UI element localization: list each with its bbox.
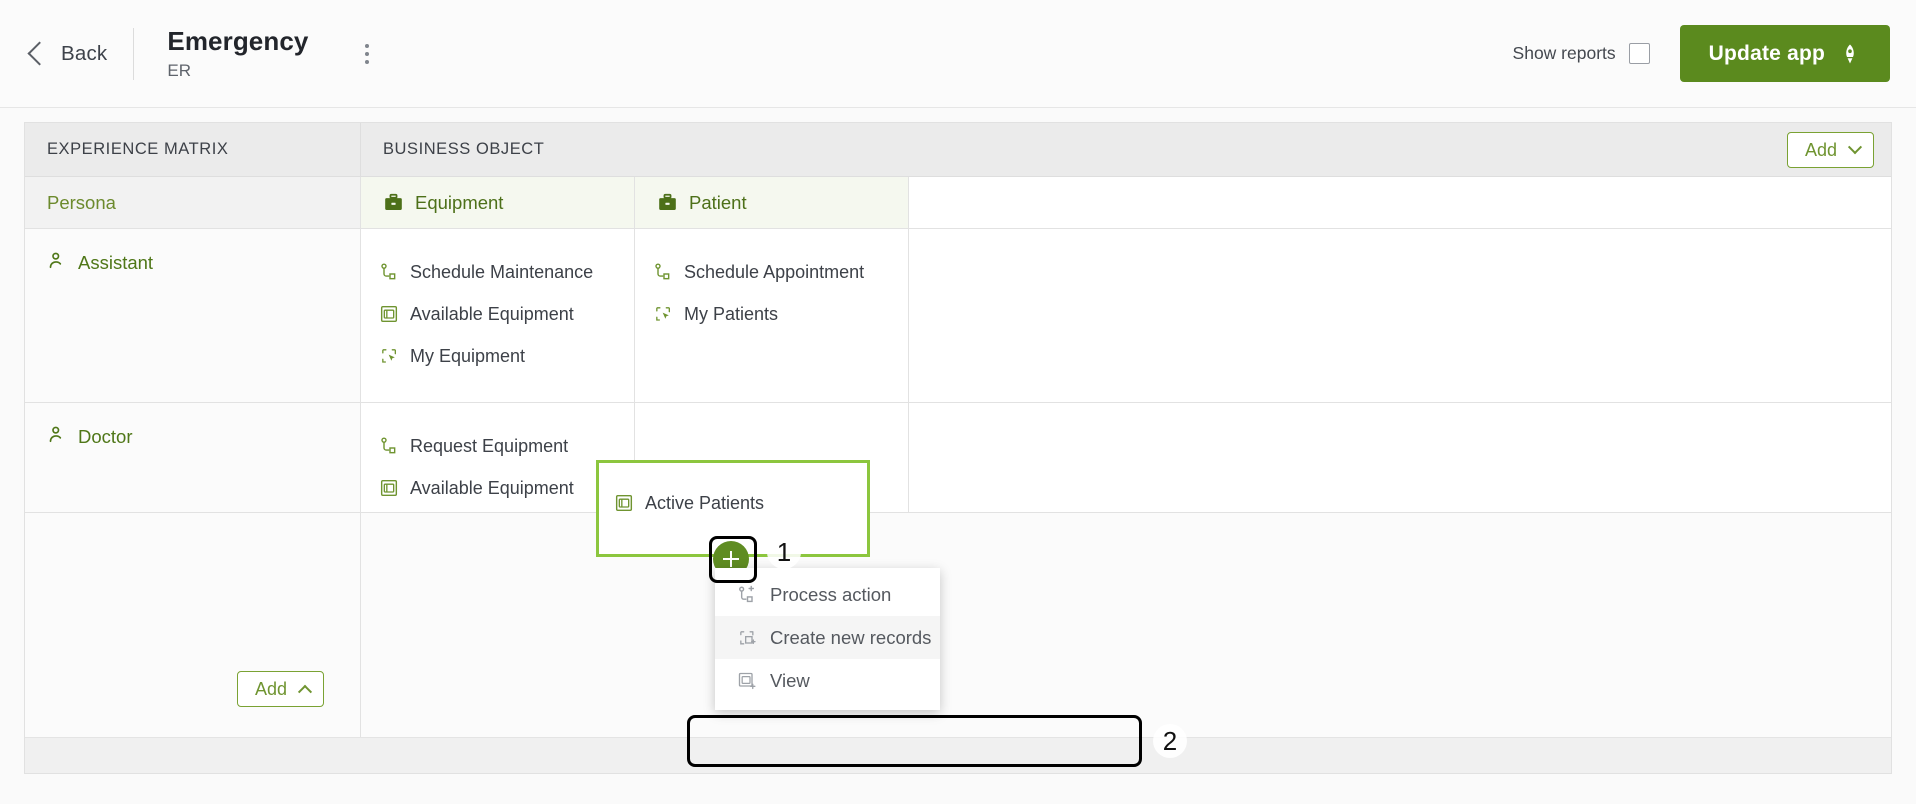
chevron-down-icon [1847,140,1863,155]
top-bar-actions: Show reports Update app [1513,25,1890,82]
add-bottom-label: Add [255,678,288,699]
menu-item-label: Process action [770,583,892,605]
matrix-header-row: EXPERIENCE MATRIX BUSINESS OBJECT Add [25,123,1891,177]
header-divider [133,27,135,80]
briefcase-icon [659,193,676,210]
list-item-label: Schedule Maintenance [410,261,594,282]
list-item[interactable]: Active Patients [614,482,867,524]
matrix-cell-doctor-equipment[interactable]: Request Equipment Available Equipment [361,403,635,512]
add-persona-button[interactable]: Add [237,671,325,707]
matrix-subheader-row: Persona Equipment Patient [25,177,1891,229]
create-records-icon [656,307,670,321]
persona-column-header: Persona [25,177,361,228]
create-records-icon [740,630,756,644]
annotation-number-1: 1 [767,535,801,569]
business-object-header-equipment[interactable]: Equipment [361,177,635,228]
add-experience-menu: Process action Create new records View [715,568,940,710]
show-reports-toggle[interactable]: Show reports [1513,43,1650,64]
create-records-icon [382,349,396,363]
table-row: Assistant Schedule Maintenance Available… [25,229,1891,403]
matrix-cell-doctor-empty[interactable] [909,403,1891,512]
list-item-label: Request Equipment [410,435,569,456]
view-icon [615,494,633,512]
top-bar: Back Emergency ER Show reports Update ap… [0,0,1916,108]
view-icon [737,671,756,689]
show-reports-checkbox[interactable] [1628,43,1650,64]
view-icon [380,479,398,497]
list-item[interactable]: Available Equipment [379,293,634,335]
menu-item-process-action[interactable]: Process action [715,573,940,616]
list-item-label: Active Patients [645,492,765,513]
matrix-add-row-rest [361,513,1891,745]
rocket-icon [1846,43,1854,64]
persona-label: Assistant [78,252,154,273]
business-object-label-equipment: Equipment [415,191,504,213]
matrix-add-row: Add [25,513,1891,745]
back-label: Back [61,41,108,65]
person-icon [49,426,62,443]
matrix-footer-strip [25,737,1891,773]
menu-item-label: Create new records [770,626,932,648]
business-object-header-patient[interactable]: Patient [635,177,909,228]
persona-label: Doctor [78,426,133,447]
persona-cell-doctor[interactable]: Doctor [25,403,361,512]
list-item-label: My Patients [684,303,779,324]
list-item-label: Available Equipment [410,477,574,498]
persona-cell-assistant[interactable]: Assistant [25,229,361,402]
add-business-object-button[interactable]: Add [1786,132,1874,168]
add-top-label: Add [1804,139,1837,160]
menu-item-view[interactable]: View [715,659,940,702]
briefcase-icon [385,193,402,210]
chevron-up-icon [297,684,313,699]
chevron-left-icon [27,41,52,66]
page-subtitle: ER [167,61,191,80]
experience-matrix: EXPERIENCE MATRIX BUSINESS OBJECT Add Pe… [24,122,1892,774]
matrix-header-right: BUSINESS OBJECT Add [361,123,1891,176]
table-row: Doctor Request Equipment Available Equip… [25,403,1891,513]
page-title: Emergency [167,26,309,56]
menu-item-create-new-records[interactable]: Create new records [715,616,940,659]
show-reports-label: Show reports [1512,43,1616,63]
matrix-cell-assistant-equipment[interactable]: Schedule Maintenance Available Equipment… [361,229,635,402]
list-item[interactable]: Schedule Appointment [653,251,908,293]
matrix-cell-assistant-patient[interactable]: Schedule Appointment My Patients [635,229,909,402]
list-item-label: Schedule Appointment [684,261,865,282]
list-item[interactable]: My Patients [653,293,908,335]
person-icon [49,252,62,269]
title-block: Emergency ER [167,26,308,81]
list-item[interactable]: Schedule Maintenance [379,251,634,293]
process-action-icon [381,263,396,280]
more-options-icon[interactable] [354,36,380,72]
business-object-header-empty [909,177,1891,228]
list-item-label: Available Equipment [410,303,574,324]
update-app-button[interactable]: Update app [1679,25,1890,82]
menu-item-label: View [770,669,810,691]
business-object-label: BUSINESS OBJECT [383,140,545,158]
matrix-header-left: EXPERIENCE MATRIX [25,123,361,176]
back-button[interactable]: Back [26,41,133,66]
matrix-cell-assistant-empty[interactable] [909,229,1891,402]
view-icon [380,305,398,323]
process-action-icon [381,437,396,454]
update-app-label: Update app [1708,41,1825,65]
persona-cell-new: Add [25,513,361,745]
business-object-label-patient: Patient [689,191,747,213]
annotation-number-2: 2 [1153,724,1187,758]
list-item[interactable]: My Equipment [379,335,634,377]
list-item-label: My Equipment [410,345,526,366]
process-action-icon [739,585,755,602]
process-action-icon [655,263,670,280]
